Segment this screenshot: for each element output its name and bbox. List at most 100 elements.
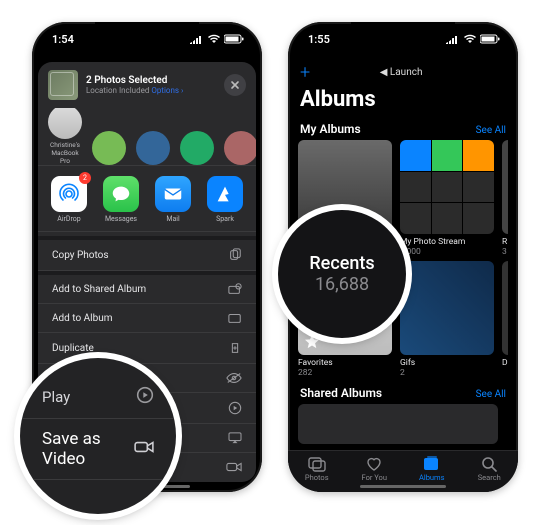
share-header: 2 Photos Selected Location Included Opti… xyxy=(38,62,256,108)
share-contact[interactable] xyxy=(180,131,214,165)
nav-bar: + ◀ Launch xyxy=(298,56,508,85)
album-count: 1,000 xyxy=(400,247,494,257)
album-peek[interactable]: R 3 xyxy=(502,140,508,257)
for-you-icon xyxy=(365,456,383,472)
shared-album[interactable] xyxy=(298,404,498,444)
app-label: AirDrop xyxy=(57,215,80,223)
album-name: D xyxy=(502,358,508,368)
tab-photos[interactable]: Photos xyxy=(292,456,342,482)
album-name: R xyxy=(502,237,508,247)
album-count: 282 xyxy=(298,368,392,378)
play-icon xyxy=(228,401,242,415)
spark-icon xyxy=(207,176,243,212)
notch xyxy=(95,22,199,44)
tab-for-you[interactable]: For You xyxy=(349,456,399,482)
app-label: Mail xyxy=(166,215,179,223)
album-cover xyxy=(400,140,494,234)
album-count: 3 xyxy=(502,247,508,257)
tab-search[interactable]: Search xyxy=(464,456,514,482)
section-my-albums-header: My Albums See All xyxy=(298,118,508,140)
status-indicators xyxy=(190,34,244,44)
add-button[interactable]: + xyxy=(300,62,310,83)
video-icon xyxy=(226,461,242,473)
play-icon xyxy=(136,386,154,408)
status-time: 1:55 xyxy=(308,33,330,46)
app-messages[interactable]: Messages xyxy=(102,176,140,223)
share-options-link[interactable]: Options › xyxy=(151,86,183,95)
lens-row-save-video[interactable]: Save as Video xyxy=(20,419,176,480)
lens-title: Recents xyxy=(309,253,374,274)
tab-albums[interactable]: Albums xyxy=(407,456,457,482)
home-indicator[interactable] xyxy=(360,485,446,488)
badge: 2 xyxy=(79,172,91,184)
app-mail[interactable]: Mail xyxy=(154,176,192,223)
section-title: My Albums xyxy=(300,122,361,136)
video-icon xyxy=(134,439,154,459)
lens-label: Play xyxy=(42,388,70,406)
zoom-lens-save-video: Play Save as Video xyxy=(20,358,176,514)
share-subtitle[interactable]: Location Included Options › xyxy=(86,86,216,95)
airplay-icon xyxy=(228,432,242,444)
share-contact[interactable] xyxy=(224,131,256,165)
album-my-photo-stream[interactable]: My Photo Stream 1,000 xyxy=(400,140,494,257)
search-icon xyxy=(481,456,497,472)
album-icon xyxy=(228,312,242,324)
album-gifs[interactable]: Gifs 2 xyxy=(400,261,494,378)
share-contact[interactable] xyxy=(136,131,170,165)
app-label: Spark xyxy=(216,215,234,223)
messages-icon xyxy=(103,176,139,212)
album-name: My Photo Stream xyxy=(400,237,494,247)
action-label: Duplicate xyxy=(52,343,94,354)
section-shared-header: Shared Albums See All xyxy=(298,382,508,404)
album-cover xyxy=(502,140,508,234)
share-subtitle-text: Location Included xyxy=(86,86,149,95)
album-cover xyxy=(502,261,508,355)
zoom-lens-recents: Recents 16,688 xyxy=(278,210,406,338)
back-launch[interactable]: ◀ Launch xyxy=(380,67,423,78)
album-count: 2 xyxy=(400,368,494,378)
share-contact[interactable]: Christine's MacBook Pro xyxy=(48,108,82,165)
tab-label: Albums xyxy=(419,473,445,482)
share-title: 2 Photos Selected xyxy=(86,75,216,86)
tab-label: Search xyxy=(478,473,501,482)
status-indicators xyxy=(446,34,500,44)
page-title: Albums xyxy=(298,85,508,118)
share-contacts-row[interactable]: Christine's MacBook Pro xyxy=(38,108,256,166)
photos-icon xyxy=(307,456,327,472)
albums-icon xyxy=(422,456,442,472)
section-title: Shared Albums xyxy=(300,386,382,400)
album-peek[interactable]: D xyxy=(502,261,508,378)
action-duplicate[interactable]: Duplicate xyxy=(38,333,256,364)
album-cover xyxy=(298,404,498,444)
contact-label: Christine's MacBook Pro xyxy=(48,141,82,165)
duplicate-icon xyxy=(228,341,242,355)
see-all-link[interactable]: See All xyxy=(476,125,506,136)
action-add-shared-album[interactable]: Add to Shared Album xyxy=(38,271,256,304)
action-copy-photos[interactable]: Copy Photos xyxy=(38,236,256,271)
album-name: Favorites xyxy=(298,358,392,368)
action-label: Add to Shared Album xyxy=(52,284,146,295)
action-label: Copy Photos xyxy=(52,250,109,261)
share-contact[interactable] xyxy=(92,131,126,165)
album-name: Gifs xyxy=(400,358,494,368)
hide-icon xyxy=(226,372,242,384)
lens-row-blank xyxy=(20,480,176,514)
notch xyxy=(351,22,455,44)
airdrop-icon: 2 xyxy=(51,176,87,212)
close-button[interactable] xyxy=(224,74,246,96)
copy-icon xyxy=(228,248,242,262)
app-airdrop[interactable]: 2 AirDrop xyxy=(50,176,88,223)
tab-label: For You xyxy=(362,473,387,482)
action-label: Add to Album xyxy=(52,313,113,324)
share-thumbnail xyxy=(48,70,78,100)
album-cover xyxy=(400,261,494,355)
mail-icon xyxy=(155,176,191,212)
app-label: Messages xyxy=(105,215,137,223)
action-add-album[interactable]: Add to Album xyxy=(38,304,256,333)
shared-albums-row[interactable] xyxy=(298,404,508,448)
status-time: 1:54 xyxy=(52,33,74,46)
see-all-link[interactable]: See All xyxy=(476,389,506,400)
app-spark[interactable]: Spark xyxy=(206,176,244,223)
shared-album-icon xyxy=(228,283,242,295)
share-apps-row[interactable]: 2 AirDrop Messages Mail xyxy=(38,166,256,232)
